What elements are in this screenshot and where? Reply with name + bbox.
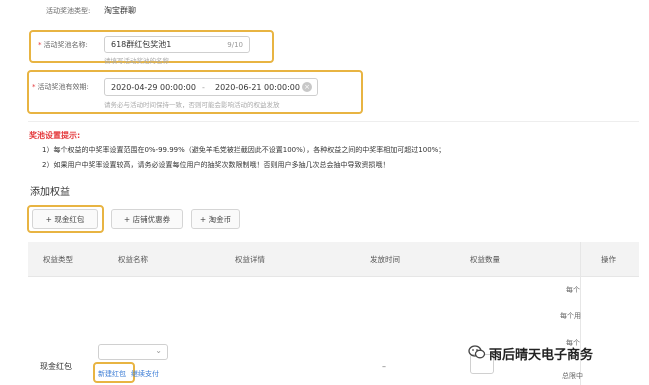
add-cash-redpacket-button[interactable]: + 现金红包 <box>32 209 98 229</box>
pool-name-label: * 活动奖池名称: <box>38 41 88 49</box>
pool-name-hint: 请填写活动奖池的名称 <box>104 57 169 65</box>
issue-time-value: – <box>382 362 386 371</box>
continue-payment-link[interactable]: 继续支付 <box>131 369 159 379</box>
pool-name-counter: 9/10 <box>227 41 243 49</box>
settings-tip-line-2: 2）如果用户中奖率设置较高，请务必设置每位用户的抽奖次数限制哦！否则用户多抽几次… <box>42 161 390 169</box>
pool-period-label: * 活动奖池有效期: <box>32 83 89 91</box>
add-taojinbi-button[interactable]: + 淘金币 <box>191 209 240 229</box>
limit-note-2: 每个用 <box>560 312 581 320</box>
benefits-table-header: 权益类型 权益名称 权益详情 发放时间 权益数量 操作 <box>28 242 639 277</box>
wechat-logo-icon <box>468 343 486 361</box>
pool-name-value: 618群红包奖池1 <box>111 40 172 49</box>
row-benefit-type: 现金红包 <box>40 362 72 371</box>
pool-period-separator: - <box>202 83 205 92</box>
header-benefit-detail: 权益详情 <box>235 255 265 264</box>
pool-name-input[interactable]: 618群红包奖池1 9/10 <box>104 36 250 53</box>
pool-period-range[interactable]: 2020-04-29 00:00:00 - 2020-06-21 00:00:0… <box>104 78 318 96</box>
redpacket-select[interactable]: ⌄ <box>98 344 168 360</box>
pool-period-start: 2020-04-29 00:00:00 <box>111 83 196 92</box>
pool-type-label: 活动奖池类型: <box>46 7 91 15</box>
pool-period-hint: 请务必与活动时间保持一致，否则可能会影响活动的权益发放 <box>104 101 280 109</box>
new-redpacket-link[interactable]: 新建红包 <box>98 369 126 379</box>
limit-note-4: 总限中 <box>562 372 583 380</box>
chevron-down-icon: ⌄ <box>155 346 162 355</box>
settings-tip-line-1: 1）每个权益的中奖率设置范围在0%-99.99%（避免羊毛党被拦截因此不设置10… <box>42 146 446 154</box>
header-benefit-quantity: 权益数量 <box>470 255 500 264</box>
settings-tip-title: 奖池设置提示: <box>29 131 81 140</box>
pool-type-value: 淘宝群聊 <box>104 6 136 15</box>
header-benefit-name: 权益名称 <box>118 255 148 264</box>
watermark-text: 雨后晴天电子商务 <box>489 348 594 363</box>
pool-period-end: 2020-06-21 00:00:00 <box>215 83 300 92</box>
header-issue-time: 发放时间 <box>370 255 400 264</box>
add-shop-coupon-button[interactable]: + 店铺优惠券 <box>111 209 183 229</box>
limit-note-1: 每个 <box>566 286 580 294</box>
clear-icon[interactable]: × <box>302 82 312 92</box>
divider <box>28 121 639 122</box>
header-benefit-type: 权益类型 <box>43 255 73 264</box>
header-actions: 操作 <box>601 255 616 264</box>
add-benefits-title: 添加权益 <box>30 187 70 198</box>
